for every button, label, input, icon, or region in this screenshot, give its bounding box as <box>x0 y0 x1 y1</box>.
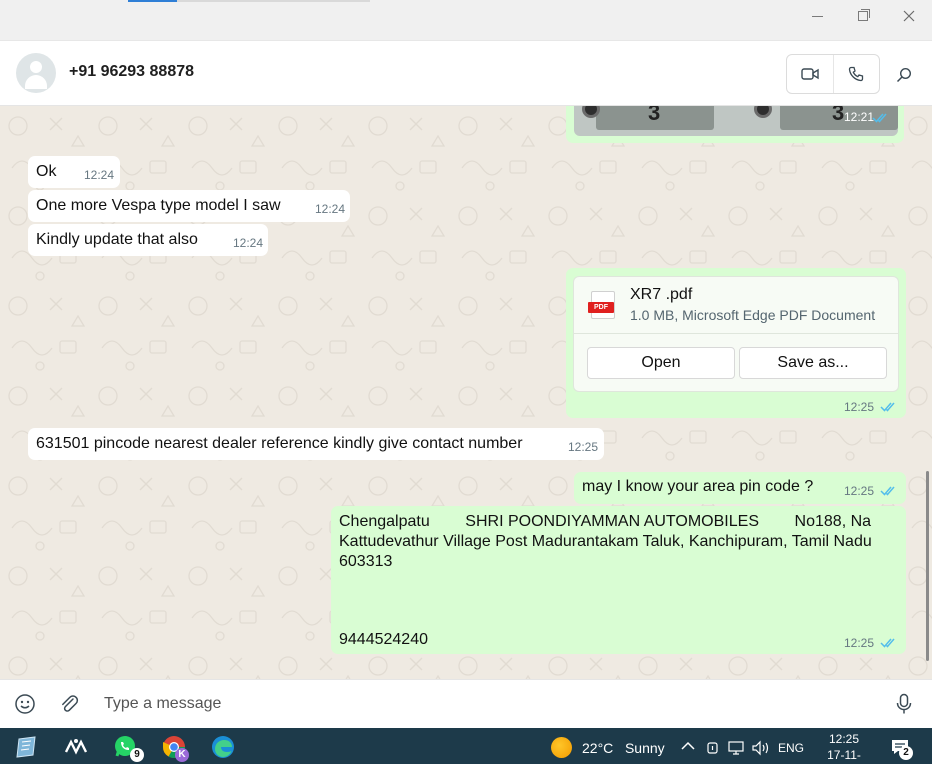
double-check-icon <box>880 486 895 496</box>
edge-taskbar-button[interactable] <box>210 734 236 760</box>
message-text: Ok <box>36 163 57 180</box>
weather-condition: Sunny <box>624 740 665 756</box>
save-as-button[interactable]: Save as... <box>739 347 887 379</box>
message-bubble[interactable]: Kindly update that also 12:24 <box>28 224 268 256</box>
emoji-icon <box>15 694 35 714</box>
weather-sun-icon[interactable] <box>551 737 572 758</box>
message-time: 12:24 <box>233 236 264 250</box>
message-text: 631501 pincode nearest dealer reference … <box>36 435 523 452</box>
message-text: One more Vespa type model I saw <box>36 197 281 214</box>
tab-indicator <box>128 0 177 2</box>
message-bubble[interactable]: 631501 pincode nearest dealer reference … <box>28 428 604 460</box>
whatsapp-badge: 9 <box>130 748 144 762</box>
close-icon <box>903 10 915 22</box>
video-call-button[interactable] <box>787 55 833 93</box>
pdf-file-icon: PDF <box>588 291 615 319</box>
message-bubble[interactable]: One more Vespa type model I saw 12:24 <box>28 190 350 222</box>
app-logo-icon <box>64 739 88 755</box>
message-time: 12:25 <box>844 484 875 498</box>
call-buttons <box>786 54 880 94</box>
language-indicator[interactable]: ENG <box>778 741 804 755</box>
volume-icon[interactable] <box>751 740 771 756</box>
network-icon[interactable] <box>727 740 745 756</box>
chat-header: +91 96293 88878 <box>0 40 932 106</box>
message-image[interactable]: 3 3 12:21 <box>574 106 898 136</box>
message-text: Kindly update that also <box>36 231 198 248</box>
chat-scrollbar[interactable] <box>926 471 929 661</box>
video-call-icon <box>801 68 819 80</box>
search-button[interactable] <box>892 63 916 87</box>
open-document-button[interactable]: Open <box>587 347 735 379</box>
message-text: may I know your area pin code ? <box>582 478 814 495</box>
close-window-button[interactable] <box>895 4 923 28</box>
tab-strip <box>128 0 370 2</box>
message-text-line: Kattudevathur Village Post Madurantakam … <box>339 533 872 550</box>
contact-name[interactable]: +91 96293 88878 <box>69 63 194 81</box>
contact-avatar[interactable] <box>16 53 56 93</box>
message-bubble[interactable]: Chengalpatu SHRI POONDIYAMMAN AUTOMOBILE… <box>331 506 906 654</box>
document-card[interactable]: PDF XR7 .pdf 1.0 MB, Microsoft Edge PDF … <box>573 276 899 392</box>
temperature: 22°C <box>582 740 614 756</box>
message-text-line: 603313 <box>339 553 393 570</box>
chrome-taskbar-button[interactable]: K <box>161 734 189 762</box>
attach-button[interactable] <box>58 693 80 720</box>
minimize-button[interactable] <box>803 4 831 28</box>
document-divider <box>574 333 898 334</box>
message-input[interactable] <box>104 692 864 716</box>
chrome-profile-badge: K <box>175 748 189 762</box>
message-time: 12:25 <box>844 636 875 650</box>
clock-time: 12:25 <box>828 732 860 746</box>
message-bubble[interactable]: may I know your area pin code ? 12:25 <box>574 472 906 504</box>
double-check-icon <box>880 638 895 648</box>
emoji-button[interactable] <box>14 693 36 720</box>
voice-call-button[interactable] <box>832 55 880 93</box>
message-time: 12:21 <box>844 110 875 124</box>
app-button[interactable] <box>63 734 89 760</box>
message-time: 12:24 <box>315 202 346 216</box>
weather-widget[interactable]: 22°C Sunny <box>582 740 665 756</box>
message-composer <box>0 679 932 728</box>
message-time: 12:25 <box>568 440 599 454</box>
voice-message-button[interactable] <box>895 693 913 720</box>
message-time: 12:24 <box>84 168 115 182</box>
attach-icon <box>62 695 79 712</box>
document-meta: 1.0 MB, Microsoft Edge PDF Document <box>630 307 876 323</box>
whatsapp-taskbar-button[interactable]: 9 <box>112 734 144 762</box>
double-check-icon <box>880 402 895 412</box>
notification-count: 2 <box>899 746 913 760</box>
clock-date: 17-11-2025 <box>827 748 861 762</box>
notification-center-button[interactable]: 2 <box>890 738 913 760</box>
phone-number: 9444524240 <box>339 631 428 648</box>
search-icon <box>896 67 912 83</box>
double-check-icon <box>872 113 887 123</box>
notebook-app-icon <box>16 736 36 758</box>
voice-call-icon <box>849 66 864 82</box>
mic-icon <box>896 693 912 714</box>
document-message[interactable]: PDF XR7 .pdf 1.0 MB, Microsoft Edge PDF … <box>566 268 906 418</box>
restore-button[interactable] <box>849 4 877 28</box>
message-text-line: Chengalpatu SHRI POONDIYAMMAN AUTOMOBILE… <box>339 513 872 530</box>
taskbar-clock[interactable]: 12:25 17-11-2025 <box>815 731 873 764</box>
window-titlebar <box>0 0 932 40</box>
meet-now-icon[interactable] <box>706 740 720 756</box>
chat-messages[interactable]: 3 3 12:21 Ok 12:24 One more Vespa type m… <box>0 106 932 679</box>
chevron-up-icon[interactable] <box>681 741 695 751</box>
message-bubble[interactable]: Ok 12:24 <box>28 156 120 188</box>
file-explorer-button[interactable] <box>13 734 39 760</box>
edge-icon <box>212 736 234 758</box>
document-name: XR7 .pdf <box>630 286 693 303</box>
image-message[interactable]: 3 3 12:21 <box>566 106 904 143</box>
message-time: 12:25 <box>844 400 875 414</box>
